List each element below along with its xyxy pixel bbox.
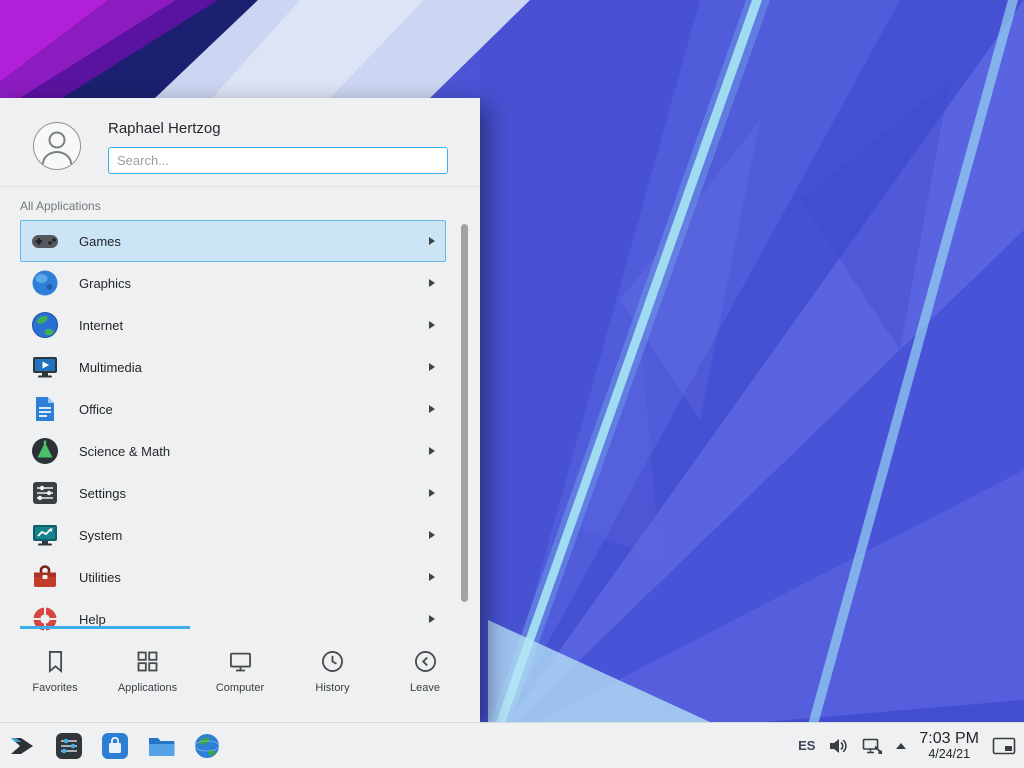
globe-icon [29,309,61,341]
category-system[interactable]: System [20,514,446,556]
network-icon[interactable] [862,736,883,756]
chevron-right-icon [429,447,435,455]
chevron-right-icon [429,573,435,581]
app-launcher-icon[interactable] [8,731,38,761]
category-label: Science & Math [79,444,429,459]
tab-favorites[interactable]: Favorites [16,640,94,712]
sliders-icon [29,477,61,509]
leave-icon [412,648,439,675]
discover-software-center-icon[interactable] [100,731,130,761]
tab-label: Computer [216,682,264,694]
category-label: Multimedia [79,360,429,375]
category-label: Settings [79,486,429,501]
clock-time: 7:03 PM [919,730,979,748]
user-icon [35,124,79,168]
desktop: Raphael Hertzog All Applications Games G… [0,0,1024,768]
category-label: Help [79,612,429,627]
system-monitor-icon [29,519,61,551]
gamepad-icon [29,225,61,257]
search-input[interactable] [108,147,448,174]
category-science-math[interactable]: Science & Math [20,430,446,472]
chevron-right-icon [429,279,435,287]
tab-label: Applications [118,682,177,694]
category-games[interactable]: Games [20,220,446,262]
show-desktop-icon [992,736,1016,756]
web-browser-icon[interactable] [192,731,222,761]
launcher-tab-bar: Favorites Applications Computer History … [0,640,480,712]
volume-icon[interactable] [828,736,849,756]
category-label: Games [79,234,429,249]
toolbox-icon [29,561,61,593]
chevron-right-icon [429,531,435,539]
category-multimedia[interactable]: Multimedia [20,346,446,388]
system-settings-app-icon[interactable] [54,731,84,761]
launcher-header: Raphael Hertzog [0,98,480,187]
tab-leave[interactable]: Leave [386,640,464,712]
category-graphics[interactable]: Graphics [20,262,446,304]
section-label: All Applications [20,199,101,213]
chevron-right-icon [429,489,435,497]
bookmark-icon [42,648,69,675]
category-office[interactable]: Office [20,388,446,430]
tab-applications[interactable]: Applications [109,640,187,712]
tab-label: History [315,682,349,694]
category-utilities[interactable]: Utilities [20,556,446,598]
computer-icon [227,648,254,675]
expand-tray-icon[interactable] [896,743,906,749]
tab-label: Leave [410,682,440,694]
user-name: Raphael Hertzog [108,120,221,137]
tab-history[interactable]: History [294,640,372,712]
paint-sphere-icon [29,267,61,299]
category-label: Utilities [79,570,429,585]
system-tray: ES 7:03 PM 4/24/21 [798,730,1016,762]
clock-icon [319,648,346,675]
media-player-icon [29,351,61,383]
category-list: Games Graphics Internet [0,220,480,640]
list-scrollbar[interactable] [461,224,468,602]
document-icon [29,393,61,425]
active-tab-indicator [20,626,190,629]
chevron-right-icon [429,321,435,329]
application-launcher-menu: Raphael Hertzog All Applications Games G… [0,98,480,722]
chevron-right-icon [429,615,435,623]
file-manager-icon[interactable] [146,731,176,761]
clock-date: 4/24/21 [919,747,979,761]
tab-computer[interactable]: Computer [201,640,279,712]
chevron-right-icon [429,405,435,413]
category-label: Office [79,402,429,417]
digital-clock[interactable]: 7:03 PM 4/24/21 [919,730,979,762]
taskbar-panel: ES 7:03 PM 4/24/21 [0,722,1024,768]
flask-icon [29,435,61,467]
lifebuoy-icon [29,603,61,635]
category-help[interactable]: Help [20,598,446,640]
tab-label: Favorites [32,682,77,694]
category-settings[interactable]: Settings [20,472,446,514]
taskbar-launchers [8,731,222,761]
category-label: Graphics [79,276,429,291]
chevron-right-icon [429,237,435,245]
category-label: System [79,528,429,543]
keyboard-layout-indicator[interactable]: ES [798,738,815,753]
show-desktop-button[interactable] [992,736,1016,756]
chevron-right-icon [429,363,435,371]
category-internet[interactable]: Internet [20,304,446,346]
user-avatar [33,122,81,170]
grid-icon [134,648,161,675]
category-label: Internet [79,318,429,333]
